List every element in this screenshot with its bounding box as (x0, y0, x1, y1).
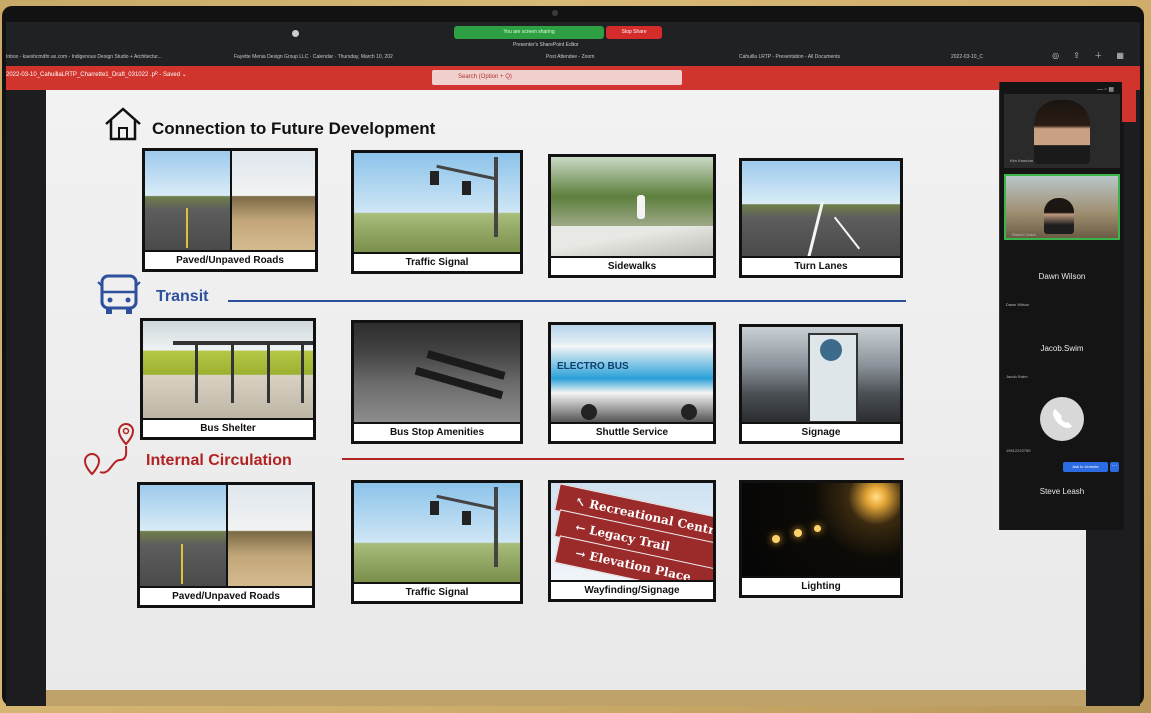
roads-photo (145, 151, 315, 250)
card-signage[interactable]: Signage (739, 324, 903, 444)
card-caption: Bus Stop Amenities (354, 424, 520, 441)
tab-sharepoint[interactable]: Cahuilla LRTP - Presentation - All Docum… (739, 50, 919, 64)
monitor-frame: You are screen sharing Stop Share Presen… (2, 6, 1144, 706)
presentation-slide: Connection to Future Development Paved/U… (46, 90, 1086, 690)
participant-dawn-wilson[interactable]: Dawn Wilson (1000, 272, 1124, 281)
bus-text: ELECTRO BUS (557, 361, 629, 372)
record-dot-icon (292, 30, 299, 37)
participant-sub: 19512222759 (1006, 448, 1031, 453)
more-options-button[interactable]: ··· (1110, 462, 1119, 472)
card-caption: Lighting (742, 578, 900, 595)
traffic-signal-photo (354, 153, 520, 252)
house-icon (105, 107, 141, 141)
webcam (552, 10, 558, 16)
card-caption: Signage (742, 424, 900, 441)
roads-photo (140, 485, 312, 586)
tab-calendar[interactable]: Fayette Menia Design Group LLC · Calenda… (234, 50, 454, 64)
card-caption: Traffic Signal (354, 584, 520, 601)
card-bus-shelter[interactable]: Bus Shelter (140, 318, 316, 440)
card-paved-unpaved-roads-2[interactable]: Paved/Unpaved Roads (137, 482, 315, 608)
card-caption: Wayfinding/Signage (551, 582, 713, 599)
card-caption: Paved/Unpaved Roads (140, 588, 312, 605)
route-pin-icon (83, 422, 135, 476)
app-header-bar: 2022-03-10_CahuillaLRTP_Charrette1_Draft… (6, 66, 1140, 90)
circulation-divider (342, 458, 904, 460)
turn-lanes-photo (742, 161, 900, 256)
traffic-signal-photo (354, 483, 520, 582)
browser-toolbar-icons[interactable]: ◎ ⇪ ＋ ▦ (1052, 50, 1130, 61)
card-paved-unpaved-roads[interactable]: Paved/Unpaved Roads (142, 148, 318, 272)
search-input[interactable]: Search (Option + Q) (432, 70, 682, 85)
card-caption: Paved/Unpaved Roads (145, 252, 315, 269)
card-traffic-signal[interactable]: Traffic Signal (351, 150, 523, 274)
screen: You are screen sharing Stop Share Presen… (6, 22, 1140, 706)
stop-share-button[interactable]: Stop Share (606, 26, 662, 39)
card-lighting[interactable]: Lighting (739, 480, 903, 598)
card-turn-lanes[interactable]: Turn Lanes (739, 158, 903, 278)
phone-icon[interactable] (1040, 397, 1084, 441)
participant-sub: Dawn Wilson (1006, 302, 1030, 307)
screen-share-indicator[interactable]: You are screen sharing (454, 26, 604, 39)
participant-jacob-swim[interactable]: Jacob.Swim (1000, 344, 1124, 353)
zoom-participants-panel: — ▫ ▦ Kim Kamuha Rachel Grant Dawn Wilso… (999, 82, 1124, 530)
participant-name: Kim Kamuha (1010, 158, 1033, 163)
tab-current[interactable]: 2022-03-10_C (951, 50, 1001, 64)
tab-zoom[interactable]: Post Attendee - Zoom (546, 50, 666, 64)
shuttle-photo: ELECTRO BUS (551, 325, 713, 422)
participant-sub: Jacob.Swim (1006, 374, 1028, 379)
card-traffic-signal-2[interactable]: Traffic Signal (351, 480, 523, 604)
participant-steve-leash[interactable]: Steve Leash (1000, 487, 1124, 496)
participant-video-2[interactable]: Rachel Grant (1004, 174, 1120, 240)
zoom-panel-controls[interactable]: — ▫ ▦ (1097, 86, 1114, 93)
screen-share-note: Presenter's SharePoint Editor (513, 42, 579, 48)
sidewalk-photo (551, 157, 713, 256)
signage-photo (742, 327, 900, 422)
card-wayfinding-signage[interactable]: ↖ Recreational Centre ← Legacy Trail → E… (548, 480, 716, 602)
document-title[interactable]: 2022-03-10_CahuillaLRTP_Charrette1_Draft… (6, 71, 187, 78)
lighting-photo (742, 483, 900, 576)
wayfinding-photo: ↖ Recreational Centre ← Legacy Trail → E… (551, 483, 713, 580)
bus-icon (97, 274, 141, 314)
bus-shelter-photo (143, 321, 313, 418)
section-title-future-development: Connection to Future Development (152, 119, 436, 138)
bench-photo (354, 323, 520, 422)
tab-inbox[interactable]: Inbox - kaeshcmdhr.ax.com - Indigenous D… (6, 50, 216, 64)
ask-to-unmute-button[interactable]: Ask to Unmute (1063, 462, 1108, 472)
card-shuttle-service[interactable]: ELECTRO BUS Shuttle Service (548, 322, 716, 444)
card-caption: Sidewalks (551, 258, 713, 275)
participant-video-1[interactable]: Kim Kamuha (1004, 94, 1120, 168)
participant-name: Rachel Grant (1012, 232, 1036, 237)
section-title-transit: Transit (156, 288, 209, 305)
section-title-internal-circulation: Internal Circulation (146, 452, 292, 469)
browser-tab-bar: You are screen sharing Stop Share Presen… (6, 22, 1140, 66)
card-caption: Traffic Signal (354, 254, 520, 271)
card-caption: Shuttle Service (551, 424, 713, 441)
side-red-tab (1122, 82, 1136, 122)
slide-bottom-strip (46, 690, 1086, 706)
transit-divider (228, 300, 906, 302)
card-bus-stop-amenities[interactable]: Bus Stop Amenities (351, 320, 523, 444)
card-caption: Turn Lanes (742, 258, 900, 275)
card-sidewalks[interactable]: Sidewalks (548, 154, 716, 278)
card-caption: Bus Shelter (143, 420, 313, 437)
